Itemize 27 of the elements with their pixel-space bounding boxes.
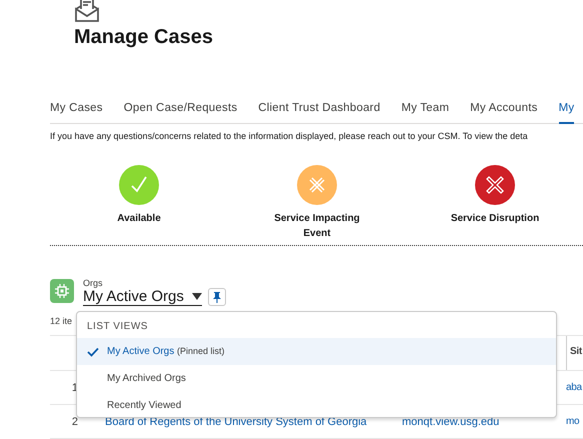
checkmark-icon: [87, 346, 99, 356]
menu-heading: LIST VIEWS: [86, 320, 149, 334]
menu-item[interactable]: My Archived Orgs: [77, 365, 556, 392]
status-label: Service Disruption: [450, 212, 540, 226]
column-header[interactable]: Sit: [566, 336, 583, 370]
caret-icon: [192, 292, 202, 300]
tab[interactable]: Open Case/Requests: [124, 98, 238, 124]
tab[interactable]: My Accounts: [470, 98, 538, 124]
notice-text: If you have any questions/concerns related to the information displayed, please reach out to your CSM. To view the deta: [50, 131, 529, 141]
envelope-icon: [74, 0, 100, 23]
tab[interactable]: My Team: [401, 98, 450, 124]
tab[interactable]: My Cases: [50, 98, 103, 124]
page-title: Manage Cases: [74, 26, 213, 49]
tab[interactable]: My: [558, 98, 574, 124]
item-count: 12 ite: [50, 316, 72, 326]
table-link[interactable]: mo: [566, 416, 583, 427]
row-number: 2: [70, 416, 79, 428]
menu-item[interactable]: My Active Orgs (Pinned list): [77, 338, 556, 365]
pin-icon: [212, 292, 221, 302]
tab[interactable]: Client Trust Dashboard: [258, 98, 380, 124]
chip-icon: [50, 279, 74, 303]
object-label: Orgs: [83, 278, 104, 288]
status-label: Available: [116, 212, 162, 226]
table-link[interactable]: aba: [566, 382, 583, 393]
list-view-selector[interactable]: My Active Orgs: [83, 288, 202, 306]
pin-button[interactable]: [208, 288, 226, 306]
status-label: Service Impacting Event: [273, 212, 361, 241]
